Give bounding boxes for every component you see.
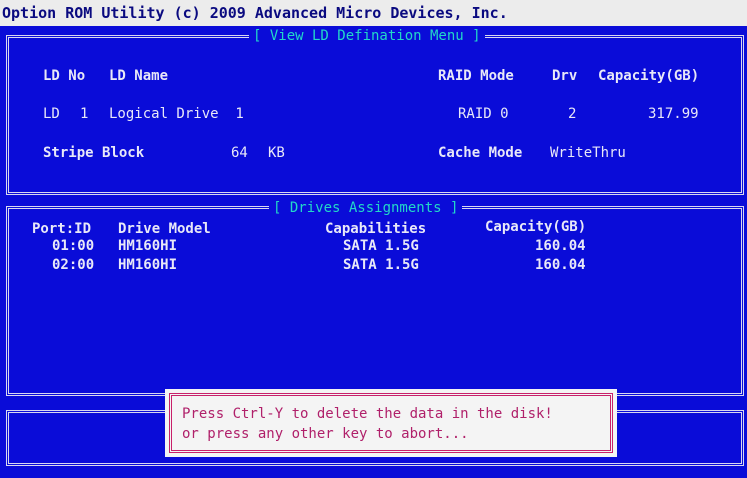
ld-row-name: Logical Drive 1 [109,106,244,122]
port-id-header: Port:ID [32,221,92,237]
stripe-block-label: Stripe Block [43,145,145,161]
drive-capacity-header: Capacity(GB) [485,219,587,235]
ld-row-drv: 2 [568,106,577,122]
drive-row-1-capacity: 160.04 [535,238,586,254]
ld-panel-title: [ View LD Defination Menu ] [249,28,485,44]
ld-row-raid-mode: RAID 0 [458,106,509,122]
ld-row-capacity: 317.99 [648,106,699,122]
dialog-abort-line: or press any other key to abort... [182,426,469,442]
delete-confirmation-dialog[interactable]: Press Ctrl-Y to delete the data in the d… [165,389,617,457]
stripe-block-unit: KB [268,145,285,161]
dialog-warning-line: Press Ctrl-Y to delete the data in the d… [182,406,553,422]
drive-row-2-model: HM160HI [118,257,178,273]
drive-row-2-capacity: 160.04 [535,257,586,273]
drive-row-1-port: 01:00 [52,238,95,254]
capabilities-header: Capabilities [325,221,427,237]
drive-model-header: Drive Model [118,221,211,237]
dialog-frame: Press Ctrl-Y to delete the data in the d… [169,393,613,453]
drive-row-2-port: 02:00 [52,257,95,273]
stripe-block-value: 64 [231,145,248,161]
window-title: Option ROM Utility (c) 2009 Advanced Mic… [0,0,747,26]
drive-row-2-capabilities: SATA 1.5G [343,257,419,273]
capacity-header: Capacity(GB) [598,68,700,84]
ld-name-header: LD Name [109,68,169,84]
drives-panel-title: [ Drives Assignments ] [269,200,463,216]
cache-mode-label: Cache Mode [438,145,523,161]
ld-row-label: LD [43,106,60,122]
cache-mode-value: WriteThru [550,145,626,161]
ld-no-header: LD No [43,68,86,84]
drv-header: Drv [552,68,578,84]
raid-mode-header: RAID Mode [438,68,514,84]
ld-row-number: 1 [80,106,89,122]
drive-row-1-capabilities: SATA 1.5G [343,238,419,254]
drive-row-1-model: HM160HI [118,238,178,254]
